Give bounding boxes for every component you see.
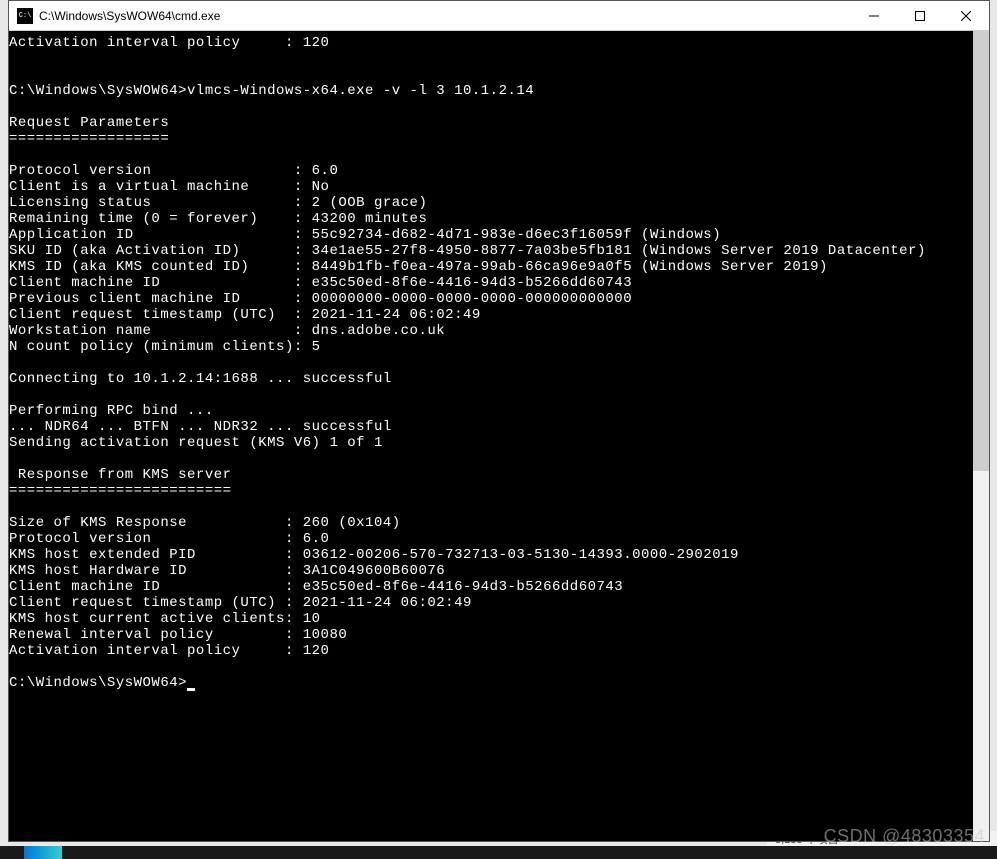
cursor — [187, 688, 195, 691]
window-title: C:\Windows\SysWOW64\cmd.exe — [39, 9, 851, 23]
cmd-window: C:\ C:\Windows\SysWOW64\cmd.exe Activati… — [8, 0, 990, 842]
maximize-button[interactable] — [897, 1, 943, 30]
title-bar[interactable]: C:\ C:\Windows\SysWOW64\cmd.exe — [9, 1, 989, 31]
cmd-icon: C:\ — [17, 8, 33, 24]
minimize-button[interactable] — [851, 1, 897, 30]
scrollbar-vertical[interactable] — [973, 31, 989, 841]
window-controls — [851, 1, 989, 30]
taskbar-accent — [24, 846, 62, 859]
terminal-output[interactable]: Activation interval policy : 120 C:\Wind… — [9, 31, 973, 841]
scroll-thumb[interactable] — [973, 31, 989, 471]
terminal-area: Activation interval policy : 120 C:\Wind… — [9, 31, 989, 841]
close-button[interactable] — [943, 1, 989, 30]
watermark: CSDN @48303354 — [824, 826, 985, 847]
taskbar-fragment — [0, 846, 997, 859]
